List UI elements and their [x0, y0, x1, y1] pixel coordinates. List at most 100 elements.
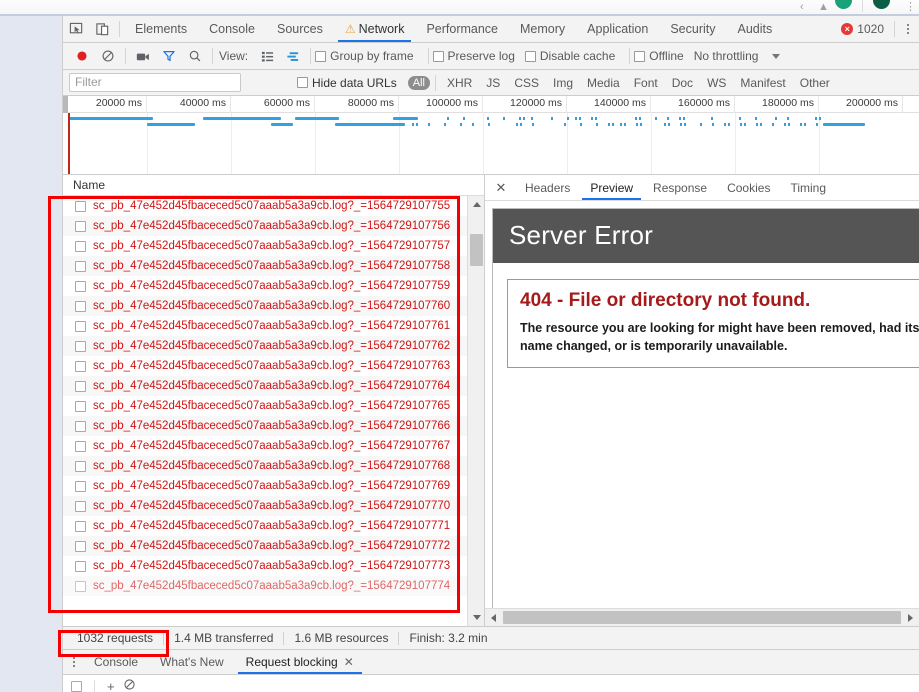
device-toolbar-icon[interactable]	[89, 16, 115, 42]
hide-data-urls-checkbox[interactable]: Hide data URLs	[297, 76, 397, 90]
hscrollbar-thumb[interactable]	[503, 611, 901, 624]
enable-request-blocking-checkbox[interactable]	[71, 680, 82, 692]
request-checkbox[interactable]	[75, 220, 86, 232]
tab-audits[interactable]: Audits	[726, 16, 783, 42]
filter-type-other[interactable]: Other	[794, 75, 836, 91]
filter-type-font[interactable]: Font	[628, 75, 664, 91]
table-row[interactable]: sc_pb_47e452d45fbaceced5c07aaab5a3a9cb.l…	[63, 536, 484, 556]
disable-cache-checkbox[interactable]: Disable cache	[524, 49, 615, 63]
search-icon[interactable]	[182, 43, 208, 69]
browser-menu-icon[interactable]: ⋮	[905, 0, 916, 14]
table-row[interactable]: sc_pb_47e452d45fbaceced5c07aaab5a3a9cb.l…	[63, 316, 484, 336]
tab-sources[interactable]: Sources	[266, 16, 334, 42]
tab-preview[interactable]: Preview	[580, 175, 643, 200]
record-stop-icon[interactable]	[69, 43, 95, 69]
request-checkbox[interactable]	[75, 340, 86, 352]
filter-type-doc[interactable]: Doc	[666, 75, 699, 91]
network-overview-timeline[interactable]: 20000 ms 40000 ms 60000 ms 80000 ms 1000…	[63, 96, 919, 175]
request-checkbox[interactable]	[75, 580, 86, 592]
filter-type-all[interactable]: All	[407, 75, 430, 90]
kebab-menu-icon[interactable]	[899, 18, 917, 40]
request-checkbox[interactable]	[75, 300, 86, 312]
scroll-up-arrow[interactable]	[468, 196, 484, 213]
filter-type-ws[interactable]: WS	[701, 75, 732, 91]
table-row[interactable]: sc_pb_47e452d45fbaceced5c07aaab5a3a9cb.l…	[63, 276, 484, 296]
drawer-tab-console[interactable]: Console	[83, 650, 149, 674]
request-checkbox[interactable]	[75, 260, 86, 272]
request-checkbox[interactable]	[75, 380, 86, 392]
table-row[interactable]: sc_pb_47e452d45fbaceced5c07aaab5a3a9cb.l…	[63, 516, 484, 536]
request-checkbox[interactable]	[75, 480, 86, 492]
request-checkbox[interactable]	[75, 460, 86, 472]
waterfall-view-icon[interactable]	[280, 43, 306, 69]
scroll-left-arrow[interactable]	[485, 609, 502, 626]
inspect-element-icon[interactable]	[63, 16, 89, 42]
request-checkbox[interactable]	[75, 360, 86, 372]
filter-funnel-icon[interactable]	[156, 43, 182, 69]
scroll-right-arrow[interactable]	[902, 609, 919, 626]
table-row[interactable]: sc_pb_47e452d45fbaceced5c07aaab5a3a9cb.l…	[63, 576, 484, 596]
search-input[interactable]	[69, 73, 241, 92]
drawer-tab-whats-new[interactable]: What's New	[149, 650, 235, 674]
filter-type-css[interactable]: CSS	[508, 75, 545, 91]
clear-icon[interactable]	[95, 43, 121, 69]
filter-type-xhr[interactable]: XHR	[441, 75, 478, 91]
table-row[interactable]: sc_pb_47e452d45fbaceced5c07aaab5a3a9cb.l…	[63, 256, 484, 276]
request-checkbox[interactable]	[75, 500, 86, 512]
table-row[interactable]: sc_pb_47e452d45fbaceced5c07aaab5a3a9cb.l…	[63, 296, 484, 316]
forward-arrow-icon[interactable]: ▲	[818, 0, 829, 14]
request-list[interactable]: sc_pb_47e452d45fbaceced5c07aaab5a3a9cb.l…	[63, 196, 484, 626]
table-row[interactable]: sc_pb_47e452d45fbaceced5c07aaab5a3a9cb.l…	[63, 476, 484, 496]
request-checkbox[interactable]	[75, 560, 86, 572]
back-arrow-icon[interactable]: ‹	[800, 0, 804, 14]
tab-timing[interactable]: Timing	[780, 175, 836, 200]
table-row[interactable]: sc_pb_47e452d45fbaceced5c07aaab5a3a9cb.l…	[63, 236, 484, 256]
table-row[interactable]: sc_pb_47e452d45fbaceced5c07aaab5a3a9cb.l…	[63, 556, 484, 576]
close-icon[interactable]: ✕	[344, 650, 354, 675]
table-row[interactable]: sc_pb_47e452d45fbaceced5c07aaab5a3a9cb.l…	[63, 456, 484, 476]
close-icon[interactable]: ✕	[491, 178, 511, 198]
tab-elements[interactable]: Elements	[124, 16, 198, 42]
request-checkbox[interactable]	[75, 200, 86, 212]
table-row[interactable]: sc_pb_47e452d45fbaceced5c07aaab5a3a9cb.l…	[63, 336, 484, 356]
camera-icon[interactable]	[130, 43, 156, 69]
request-list-scrollbar[interactable]	[467, 196, 484, 626]
throttling-select[interactable]: No throttling	[694, 49, 781, 63]
tab-performance[interactable]: Performance	[415, 16, 509, 42]
request-checkbox[interactable]	[75, 320, 86, 332]
filter-type-img[interactable]: Img	[547, 75, 579, 91]
request-checkbox[interactable]	[75, 280, 86, 292]
tab-console[interactable]: Console	[198, 16, 266, 42]
table-row[interactable]: sc_pb_47e452d45fbaceced5c07aaab5a3a9cb.l…	[63, 396, 484, 416]
list-view-icon[interactable]	[254, 43, 280, 69]
group-by-frame-checkbox[interactable]: Group by frame	[315, 49, 414, 63]
error-count-badge[interactable]: × 1020	[841, 22, 890, 36]
request-checkbox[interactable]	[75, 420, 86, 432]
filter-type-manifest[interactable]: Manifest	[734, 75, 791, 91]
table-row[interactable]: sc_pb_47e452d45fbaceced5c07aaab5a3a9cb.l…	[63, 356, 484, 376]
table-row[interactable]: sc_pb_47e452d45fbaceced5c07aaab5a3a9cb.l…	[63, 436, 484, 456]
tab-memory[interactable]: Memory	[509, 16, 576, 42]
clear-patterns-icon[interactable]	[123, 678, 136, 692]
filter-type-js[interactable]: JS	[480, 75, 506, 91]
tab-security[interactable]: Security	[659, 16, 726, 42]
table-row[interactable]: sc_pb_47e452d45fbaceced5c07aaab5a3a9cb.l…	[63, 216, 484, 236]
scrollbar-thumb[interactable]	[470, 234, 483, 266]
add-pattern-icon[interactable]: +	[107, 679, 115, 692]
table-row[interactable]: sc_pb_47e452d45fbaceced5c07aaab5a3a9cb.l…	[63, 376, 484, 396]
table-row[interactable]: sc_pb_47e452d45fbaceced5c07aaab5a3a9cb.l…	[63, 416, 484, 436]
tab-cookies[interactable]: Cookies	[717, 175, 780, 200]
table-row[interactable]: sc_pb_47e452d45fbaceced5c07aaab5a3a9cb.l…	[63, 196, 484, 216]
preview-horizontal-scrollbar[interactable]	[485, 608, 919, 626]
request-checkbox[interactable]	[75, 520, 86, 532]
drawer-tab-request-blocking[interactable]: Request blocking ✕	[235, 650, 365, 674]
drawer-kebab-menu-icon[interactable]	[65, 651, 83, 673]
filter-type-media[interactable]: Media	[581, 75, 626, 91]
request-checkbox[interactable]	[75, 540, 86, 552]
preserve-log-checkbox[interactable]: Preserve log	[432, 49, 515, 63]
tab-response[interactable]: Response	[643, 175, 717, 200]
request-checkbox[interactable]	[75, 440, 86, 452]
tab-application[interactable]: Application	[576, 16, 659, 42]
request-checkbox[interactable]	[75, 240, 86, 252]
scroll-down-arrow[interactable]	[468, 609, 484, 626]
